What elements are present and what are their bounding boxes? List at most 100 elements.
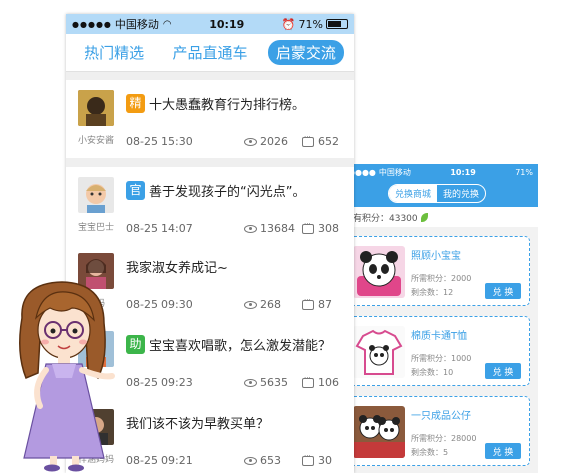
- shop-battery-text: 71%: [515, 167, 533, 177]
- post-date: 08-25: [126, 298, 158, 311]
- shop-tab-my-exchanges[interactable]: 我的兑换: [437, 185, 485, 202]
- post-date: 08-25: [126, 222, 158, 235]
- shop-item-remaining: 剩余数：12: [411, 288, 454, 297]
- featured-badge: 精: [126, 94, 145, 113]
- leaf-icon: [420, 212, 428, 222]
- post-comments: 30: [302, 452, 332, 467]
- post-comments: 652: [302, 133, 339, 148]
- post-title-row[interactable]: 助 宝宝喜欢唱歌，怎么激发潜能？: [126, 335, 331, 354]
- exchange-button[interactable]: 兑 换: [485, 283, 521, 299]
- comment-icon: [302, 296, 314, 310]
- tab-hot-picks[interactable]: 热门精选: [76, 40, 152, 65]
- panda-toy-thumbnail: [353, 246, 405, 298]
- comments-count: 652: [318, 135, 339, 148]
- post-title[interactable]: 我家淑女养成记~: [126, 257, 228, 276]
- post-item[interactable]: 小安安酱 精 十大愚蠢教育行为排行榜。 08-25 15:30 2026 652: [66, 80, 354, 158]
- shop-item-name[interactable]: 照顾小宝宝: [411, 247, 461, 262]
- tshirt-thumbnail: [353, 326, 405, 378]
- eye-icon: [244, 300, 257, 309]
- eye-icon: [244, 378, 257, 387]
- shop-item-remaining: 剩余数：10: [411, 368, 454, 377]
- exchange-button[interactable]: 兑 换: [485, 443, 521, 459]
- shop-status-time: 10:19: [450, 167, 476, 177]
- shop-screen: ●●●●● 中国移动 10:19 71% 兑换商城 我的兑换 共有积分：4330…: [336, 164, 538, 473]
- tab-early-education[interactable]: 启蒙交流: [267, 40, 344, 65]
- post-time: 15:30: [161, 135, 193, 148]
- post-views: 268: [244, 298, 281, 311]
- exchange-button[interactable]: 兑 换: [485, 363, 521, 379]
- total-points-text: 共有积分：43300: [344, 213, 418, 224]
- comment-icon: [302, 133, 314, 147]
- signal-icon: ●●●●●: [72, 19, 112, 29]
- user-avatar-image: [78, 177, 114, 213]
- comment-icon: [302, 452, 314, 466]
- post-item[interactable]: 宝宝巴士 官 善于发现孩子的“闪光点”。 08-25 14:07 13684 3…: [66, 167, 354, 245]
- comment-icon: [302, 374, 314, 388]
- post-comments: 308: [302, 220, 339, 235]
- views-count: 268: [260, 298, 281, 311]
- shop-item-name[interactable]: 棉质卡通T恤: [411, 327, 467, 342]
- wifi-icon: ◠: [162, 18, 172, 30]
- comments-count: 106: [318, 376, 339, 389]
- post-title-row[interactable]: 官 善于发现孩子的“闪光点”。: [126, 181, 305, 200]
- post-title[interactable]: 善于发现孩子的“闪光点”。: [149, 181, 305, 200]
- shop-item-card[interactable]: 照顾小宝宝 所需积分：2000 剩余数：12 兑 换: [344, 236, 530, 306]
- shop-segmented-control: 兑换商城 我的兑换: [387, 184, 487, 203]
- shop-item-points: 所需积分：2000: [411, 274, 472, 283]
- eye-icon: [244, 224, 257, 233]
- shop-item-name[interactable]: 一只成品公仔: [411, 407, 471, 422]
- post-title[interactable]: 我们该不该为早教买单？: [126, 413, 269, 432]
- post-title-row[interactable]: 我家淑女养成记~: [126, 257, 228, 276]
- shop-item-points: 所需积分：1000: [411, 354, 472, 363]
- plush-toy-thumbnail: [353, 406, 405, 458]
- post-time: 09:21: [161, 454, 193, 467]
- comments-count: 308: [318, 222, 339, 235]
- post-date: 08-25: [126, 135, 158, 148]
- shop-item-card[interactable]: 一只成品公仔 所需积分：28000 剩余数：5 兑 换: [344, 396, 530, 466]
- views-count: 5635: [260, 376, 288, 389]
- views-count: 653: [260, 454, 281, 467]
- avatar[interactable]: [78, 90, 114, 126]
- post-views: 653: [244, 454, 281, 467]
- cartoon-girl-illustration: [19, 281, 115, 472]
- user-avatar-image: [78, 90, 114, 126]
- views-count: 2026: [260, 135, 288, 148]
- shop-tab-exchange-mall[interactable]: 兑换商城: [388, 185, 437, 202]
- shop-status-bar: ●●●●● 中国移动 10:19 71%: [336, 164, 538, 180]
- total-points: 共有积分：43300: [336, 207, 538, 227]
- comment-icon: [302, 220, 314, 234]
- post-title[interactable]: 宝宝喜欢唱歌，怎么激发潜能？: [149, 335, 331, 354]
- shop-item-card[interactable]: 棉质卡通T恤 所需积分：1000 剩余数：10 兑 换: [344, 316, 530, 386]
- views-count: 13684: [260, 222, 295, 235]
- shop-carrier: 中国移动: [378, 167, 411, 177]
- post-date: 08-25: [126, 454, 158, 467]
- battery-icon: [326, 19, 348, 29]
- post-title[interactable]: 十大愚蠢教育行为排行榜。: [149, 94, 305, 113]
- tab-product-express[interactable]: 产品直通车: [164, 40, 255, 65]
- official-badge: 官: [126, 181, 145, 200]
- post-date: 08-25: [126, 376, 158, 389]
- status-time: 10:19: [209, 17, 245, 31]
- avatar[interactable]: [78, 177, 114, 213]
- helper-badge: 助: [126, 335, 145, 354]
- eye-icon: [244, 137, 257, 146]
- shop-header: 兑换商城 我的兑换: [336, 180, 538, 207]
- post-views: 5635: [244, 376, 288, 389]
- battery-percent: 71%: [298, 17, 323, 31]
- status-right: ⏰ 71%: [282, 18, 348, 31]
- status-bar: ●●●●● 中国移动 ◠ 10:19 ⏰ 71%: [66, 14, 354, 34]
- post-title-row[interactable]: 精 十大愚蠢教育行为排行榜。: [126, 94, 305, 113]
- post-views: 13684: [244, 222, 295, 235]
- post-views: 2026: [244, 135, 288, 148]
- post-title-row[interactable]: 我们该不该为早教买单？: [126, 413, 269, 432]
- post-time: 14:07: [161, 222, 193, 235]
- post-comments: 106: [302, 374, 339, 389]
- comments-count: 87: [318, 298, 332, 311]
- comments-count: 30: [318, 454, 332, 467]
- post-comments: 87: [302, 296, 332, 311]
- shop-item-points: 所需积分：28000: [411, 434, 477, 443]
- post-time: 09:30: [161, 298, 193, 311]
- alarm-icon: ⏰: [281, 17, 296, 31]
- post-time: 09:23: [161, 376, 193, 389]
- post-username: 宝宝巴士: [77, 223, 114, 233]
